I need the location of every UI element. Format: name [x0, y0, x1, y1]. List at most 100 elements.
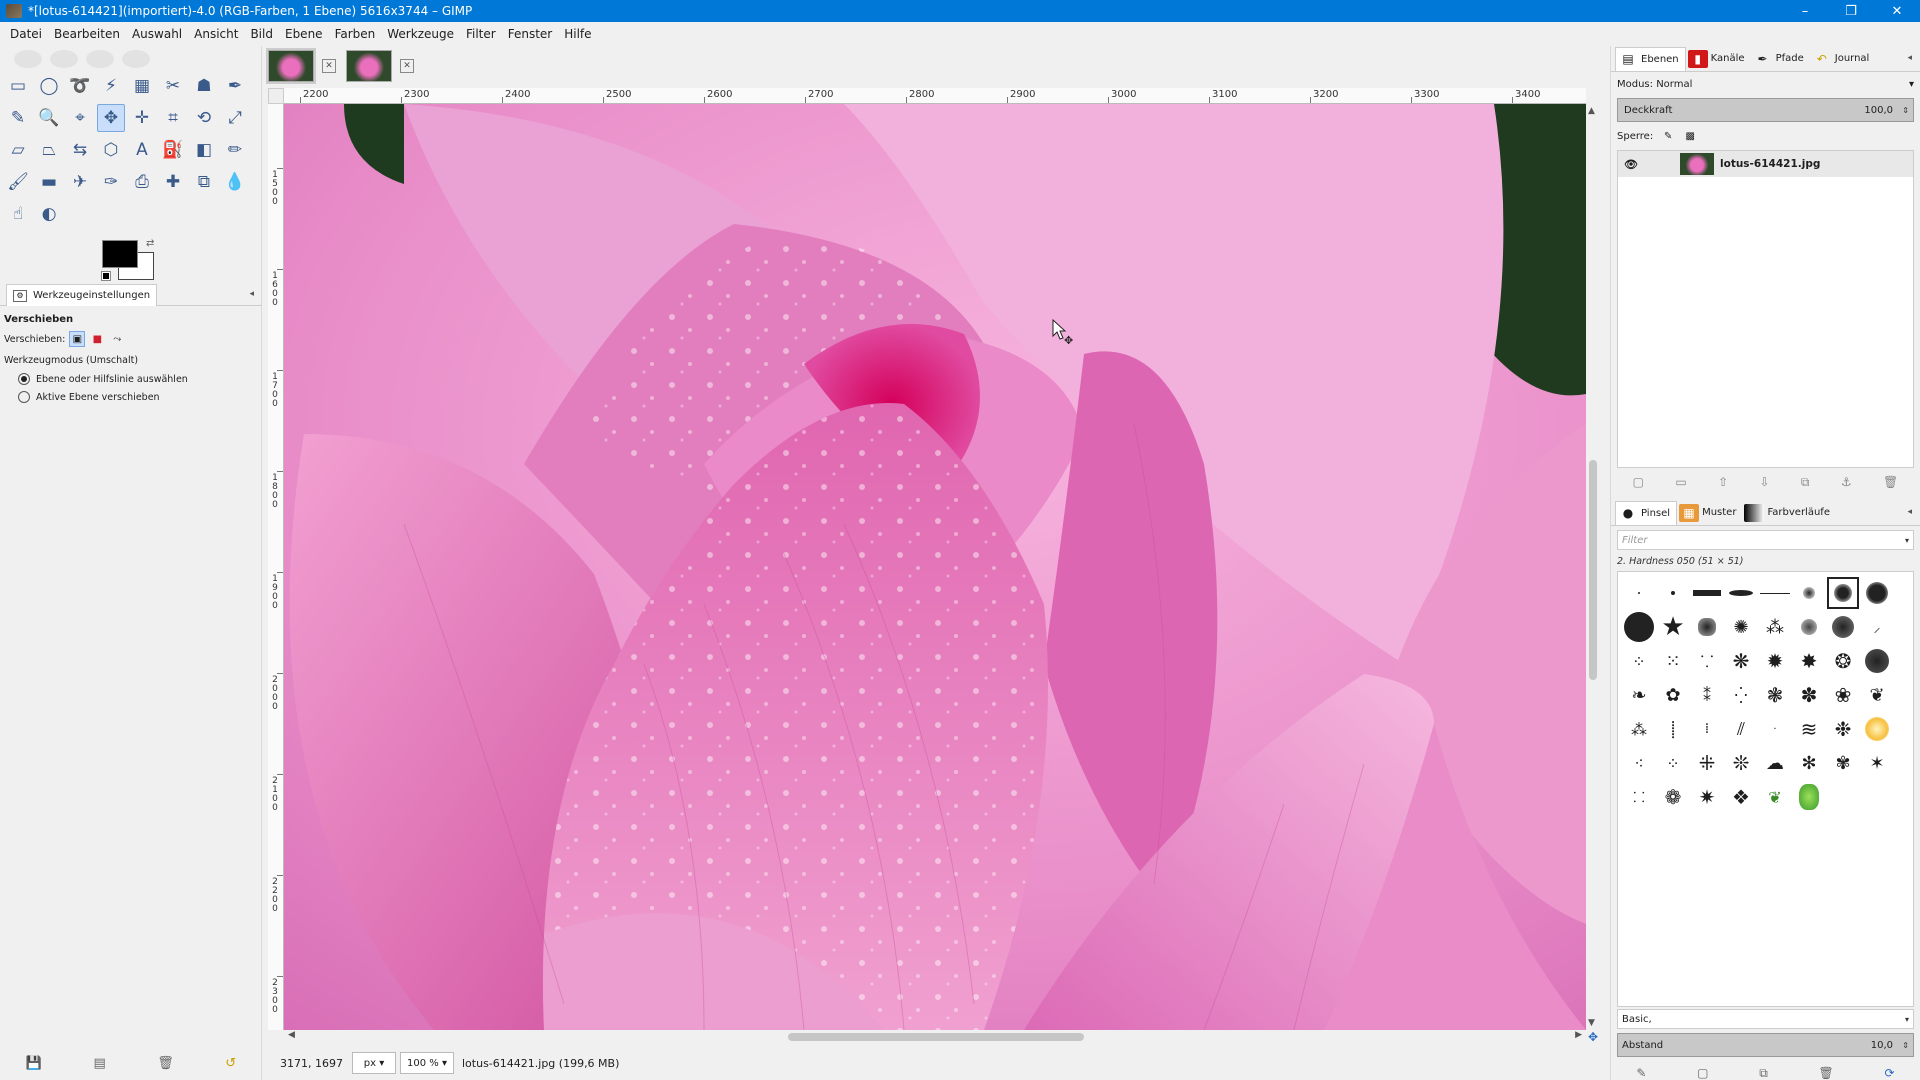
tab-tool-options[interactable]: ⚙ Werkzeugeinstellungen	[6, 284, 158, 306]
brush-item[interactable]: ⸝	[1860, 610, 1894, 644]
brush-item[interactable]	[1792, 610, 1826, 644]
menu-ansicht[interactable]: Ansicht	[188, 27, 244, 41]
image-thumbnail[interactable]	[346, 50, 392, 82]
delete-options-icon[interactable]: 🗑	[157, 1056, 174, 1071]
foreground-select-icon[interactable]: ☗	[190, 72, 218, 100]
brush-item[interactable]	[1622, 610, 1656, 644]
fuzzy-select-icon[interactable]: ⚡	[97, 72, 125, 100]
move-path-icon[interactable]: ⤳	[109, 331, 125, 347]
anchor-layer-icon[interactable]: ⚓	[1841, 475, 1852, 489]
spin-arrows-icon[interactable]: ⇕	[1902, 106, 1909, 115]
brush-item[interactable]: ❖	[1724, 780, 1758, 814]
perspective-clone-icon[interactable]: ⧉	[190, 168, 218, 196]
brush-item[interactable]: ★	[1656, 610, 1690, 644]
new-group-icon[interactable]: ▭	[1675, 475, 1686, 489]
flip-icon[interactable]: ⇆	[66, 136, 94, 164]
bucket-fill-icon[interactable]: ⛽	[159, 136, 187, 164]
duplicate-brush-icon[interactable]: ⧉	[1759, 1066, 1768, 1080]
tab-journal[interactable]: ↶ Journal	[1810, 47, 1876, 71]
brush-item[interactable]: ⁂	[1622, 712, 1656, 746]
menu-hilfe[interactable]: Hilfe	[558, 27, 597, 41]
close-tab-icon[interactable]: ✕	[400, 59, 414, 73]
horizontal-scroll-thumb[interactable]	[788, 1033, 1084, 1041]
delete-brush-icon[interactable]: 🗑	[1819, 1066, 1834, 1080]
brush-item[interactable]: ≋	[1792, 712, 1826, 746]
menu-ebene[interactable]: Ebene	[279, 27, 329, 41]
brush-item[interactable]	[1690, 610, 1724, 644]
brush-item[interactable]: ❂	[1826, 644, 1860, 678]
ink-icon[interactable]: ✑	[97, 168, 125, 196]
brush-preset-select[interactable]: Basic, ▾	[1617, 1009, 1914, 1029]
image-thumbnail[interactable]	[266, 48, 316, 84]
radio-move-active-layer[interactable]: Aktive Ebene verschieben	[0, 388, 262, 406]
text-icon[interactable]: A	[128, 136, 156, 164]
airbrush-icon[interactable]: ✈	[66, 168, 94, 196]
gradient-icon[interactable]: ◧	[190, 136, 218, 164]
paths-icon[interactable]: ✒	[221, 72, 249, 100]
brush-item[interactable]	[1792, 780, 1826, 814]
layer-row[interactable]: 👁 lotus-614421.jpg	[1618, 151, 1913, 177]
scroll-up-icon[interactable]: ▲	[1588, 106, 1595, 116]
select-by-color-icon[interactable]: ▦	[128, 72, 156, 100]
radio-dot-checked[interactable]	[18, 373, 30, 385]
brush-item[interactable]: ✹	[1758, 644, 1792, 678]
pencil-icon[interactable]: ✏	[221, 136, 249, 164]
dock-menu-icon[interactable]: ◂	[1907, 507, 1912, 517]
panel-menu-icon[interactable]: ◂	[249, 289, 254, 299]
horizontal-scrollbar[interactable]: ◀ ▶	[284, 1030, 1586, 1044]
brush-item[interactable]: ✾	[1826, 746, 1860, 780]
blur-icon[interactable]: 💧	[221, 168, 249, 196]
tab-channels[interactable]: ▮ Kanäle	[1686, 47, 1751, 71]
brush-item[interactable]	[1622, 576, 1656, 610]
image-tab-1[interactable]: ✕	[266, 48, 336, 84]
raise-layer-icon[interactable]: ⇧	[1718, 475, 1728, 489]
spin-arrows-icon[interactable]: ⇕	[1902, 1041, 1909, 1050]
smudge-icon[interactable]: ☝	[4, 200, 32, 228]
image-tab-2[interactable]: ✕	[346, 50, 414, 82]
rect-select-icon[interactable]: ▭	[4, 72, 32, 100]
layer-mode-select[interactable]: Modus: Normal ▾	[1611, 72, 1920, 96]
brush-item[interactable]: ⸽	[1656, 712, 1690, 746]
ellipse-select-icon[interactable]: ◯	[35, 72, 63, 100]
brush-item[interactable]: ⸪	[1690, 644, 1724, 678]
move-layer-icon[interactable]: ▣	[69, 331, 86, 347]
brush-item[interactable]	[1758, 576, 1792, 610]
menu-farben[interactable]: Farben	[329, 27, 382, 41]
menu-filter[interactable]: Filter	[460, 27, 502, 41]
close-button[interactable]: ✕	[1874, 0, 1920, 22]
menu-bild[interactable]: Bild	[244, 27, 279, 41]
restore-options-icon[interactable]: ▤	[93, 1056, 105, 1071]
brush-item[interactable]: ❦	[1860, 678, 1894, 712]
brush-item[interactable]: ⁘	[1656, 746, 1690, 780]
maximize-button[interactable]: ❐	[1828, 0, 1874, 22]
vertical-scroll-thumb[interactable]	[1589, 460, 1597, 680]
edit-brush-icon[interactable]: ✎	[1636, 1066, 1646, 1080]
unified-transform-icon[interactable]: ⟲	[190, 104, 218, 132]
brush-item[interactable]: ❊	[1724, 746, 1758, 780]
shear-icon[interactable]: ▱	[4, 136, 32, 164]
eraser-icon[interactable]: ▬	[35, 168, 63, 196]
tab-layers[interactable]: ▤ Ebenen	[1615, 46, 1686, 71]
vertical-scrollbar[interactable]: ▲ ▼	[1586, 104, 1600, 1030]
scissors-select-icon[interactable]: ✂	[159, 72, 187, 100]
brush-item[interactable]: ✺	[1724, 610, 1758, 644]
brush-item[interactable]: ❉	[1826, 712, 1860, 746]
brush-item[interactable]	[1826, 610, 1860, 644]
navigate-icon[interactable]: ✥	[1588, 1030, 1602, 1044]
brush-item[interactable]: ✿	[1656, 678, 1690, 712]
scale-icon[interactable]: ⤢	[221, 104, 249, 132]
brush-item[interactable]: ⁂	[1758, 610, 1792, 644]
crop-icon[interactable]: ⌗	[159, 104, 187, 132]
menu-bearbeiten[interactable]: Bearbeiten	[48, 27, 126, 41]
new-brush-icon[interactable]: ▢	[1697, 1066, 1708, 1080]
brush-item[interactable]: ⸬	[1622, 780, 1656, 814]
dock-menu-icon[interactable]: ◂	[1907, 53, 1912, 63]
image-canvas[interactable]: ✥	[284, 104, 1586, 1030]
scroll-right-icon[interactable]: ▶	[1575, 1030, 1582, 1040]
brush-item[interactable]	[1860, 576, 1894, 610]
brush-item[interactable]: ✻	[1792, 746, 1826, 780]
brush-item[interactable]: ✷	[1690, 780, 1724, 814]
brush-item[interactable]: ⁙	[1656, 644, 1690, 678]
brush-filter-input[interactable]: Filter ▾	[1617, 530, 1914, 550]
heal-icon[interactable]: ✚	[159, 168, 187, 196]
